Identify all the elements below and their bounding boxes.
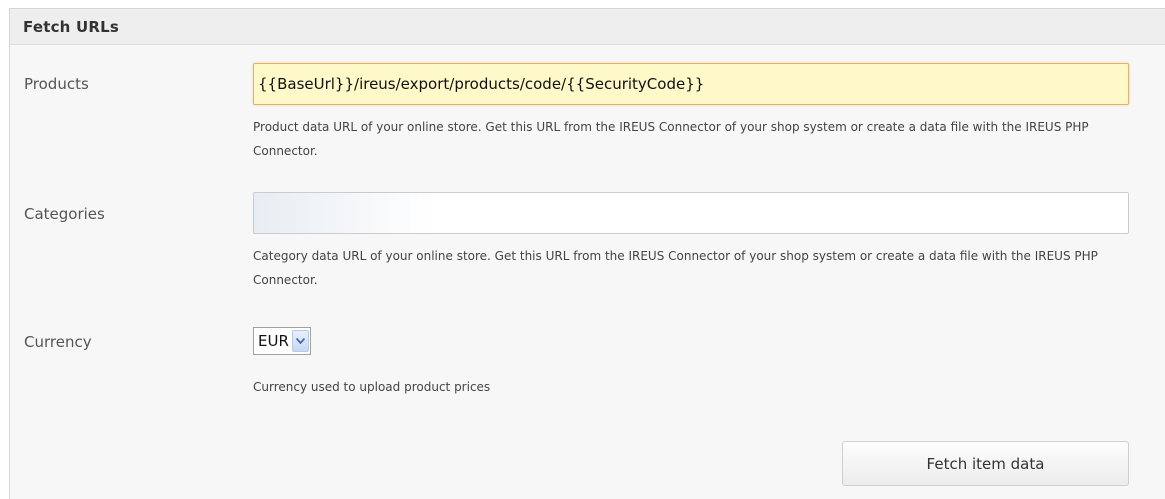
fetch-item-data-button[interactable]: Fetch item data xyxy=(842,441,1129,486)
categories-url-input[interactable] xyxy=(253,192,1129,234)
currency-label: Currency xyxy=(24,333,92,351)
fetch-urls-panel: Fetch URLs Products Product data URL of … xyxy=(9,8,1165,499)
currency-select[interactable]: EUR xyxy=(253,327,311,355)
products-url-input[interactable] xyxy=(253,63,1129,105)
categories-label: Categories xyxy=(24,205,105,223)
currency-selected-value: EUR xyxy=(258,332,289,350)
products-help-text: Product data URL of your online store. G… xyxy=(253,120,1089,158)
categories-help-text: Category data URL of your online store. … xyxy=(253,249,1098,287)
products-label: Products xyxy=(24,75,89,93)
panel-title: Fetch URLs xyxy=(23,18,119,36)
panel-header: Fetch URLs xyxy=(10,9,1165,45)
chevron-down-icon[interactable] xyxy=(291,330,309,352)
currency-help-text: Currency used to upload product prices xyxy=(253,380,491,394)
